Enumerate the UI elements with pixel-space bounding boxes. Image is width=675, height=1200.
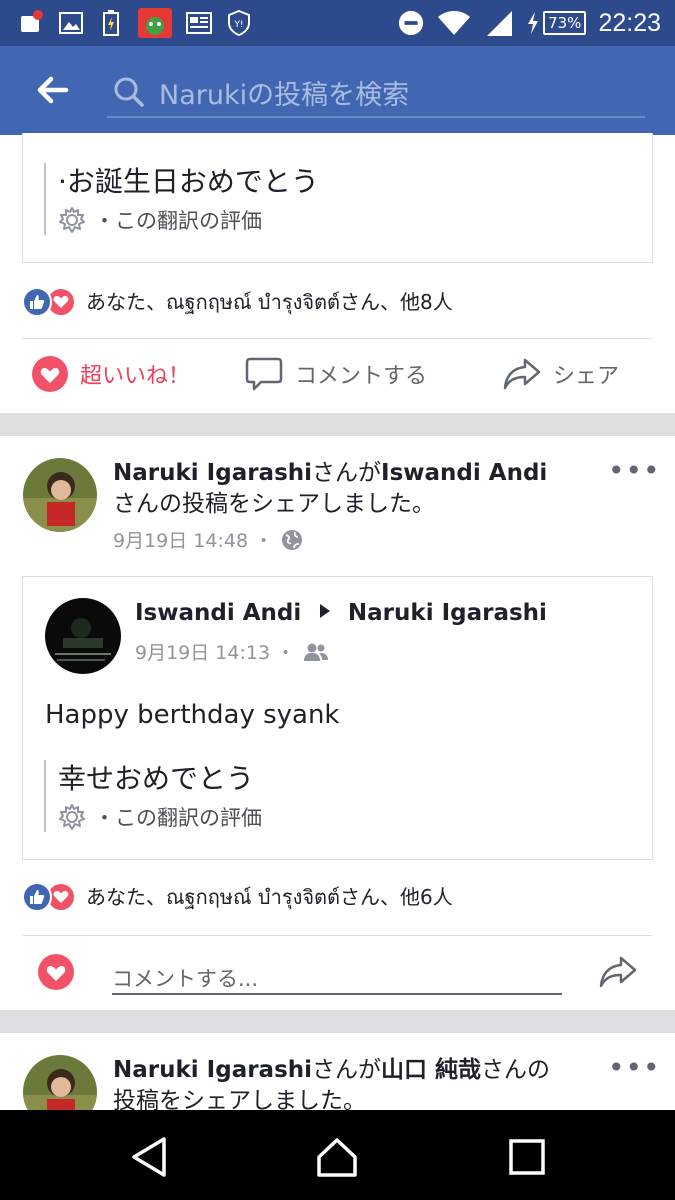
signal-icon <box>484 10 514 36</box>
friends-icon <box>304 643 329 661</box>
comment-input[interactable]: コメントする... <box>112 955 562 995</box>
gear-icon <box>59 804 85 830</box>
reaction-summary[interactable]: あなた、ณฐกฤษณ์ บำรุงจิตต์さん、他8人 <box>22 285 453 319</box>
triangle-right-icon <box>319 604 330 618</box>
inner-author-name[interactable]: Iswandi Andi <box>135 600 301 626</box>
system-nav-bar <box>0 1110 675 1200</box>
do-not-disturb-icon <box>398 10 424 36</box>
comment-placeholder: コメントする... <box>112 967 259 991</box>
rate-translation-link[interactable]: ・この翻訳の評価 <box>58 802 262 832</box>
share-label: シェア <box>553 364 620 389</box>
wifi-icon <box>436 10 472 36</box>
more-options-button[interactable]: ••• <box>608 454 661 487</box>
post-card: ·お誕生日おめでとう ・この翻訳の評価 あなた、ณฐกฤษณ์ บำรุงจิต… <box>0 133 675 413</box>
divider <box>22 338 652 339</box>
rate-translation-label: ・この翻訳の評価 <box>94 209 262 233</box>
notification-app-icon <box>18 10 44 36</box>
rate-translation-link[interactable]: ・この翻訳の評価 <box>58 205 319 235</box>
timestamp-text: 9月19日 14:48 ・ <box>113 530 274 552</box>
reaction-names: あなた、ณฐกฤษณ์ บำรุงจิตต์さん、他8人 <box>86 290 453 314</box>
rate-translation-label: ・この翻訳の評価 <box>94 806 262 830</box>
translation: 幸せおめでとう ・この翻訳の評価 <box>44 760 262 832</box>
avatar[interactable] <box>45 598 121 674</box>
timestamp-text: 9月19日 14:13 ・ <box>135 642 296 664</box>
battery-charging-icon <box>98 10 124 36</box>
shield-icon: Y! <box>226 10 252 36</box>
comment-icon <box>245 357 283 391</box>
share-button[interactable]: シェア <box>503 356 619 392</box>
share-icon <box>503 358 541 390</box>
translation-text: 幸せおめでとう <box>58 762 255 795</box>
triangle-back-icon <box>132 1137 166 1177</box>
arrow-left-icon <box>37 76 69 104</box>
search-placeholder: Narukiの投稿を検索 <box>159 80 410 111</box>
header-text: さんの投稿をシェアしました。 <box>113 491 435 517</box>
translation-text: ·お誕生日おめでとう <box>58 165 319 198</box>
status-bar: Y! 73% 22:23 <box>0 0 675 46</box>
recents-nav-button[interactable] <box>505 1135 549 1179</box>
back-nav-button[interactable] <box>128 1135 172 1179</box>
news-icon <box>186 10 212 36</box>
globe-icon <box>282 529 303 550</box>
post-timestamp[interactable]: 9月19日 14:48 ・ <box>113 526 303 553</box>
original-author-name[interactable]: Iswandi Andi <box>381 460 547 486</box>
post-card: Naruki Igarashiさんが山口 純哉さんの投稿をシェアしました。 ••… <box>0 1033 675 1110</box>
home-icon <box>317 1138 357 1177</box>
original-author-name[interactable]: 山口 純哉 <box>381 1057 481 1083</box>
home-nav-button[interactable] <box>315 1135 359 1179</box>
gear-icon <box>59 207 85 233</box>
sharer-name[interactable]: Naruki Igarashi <box>113 460 312 486</box>
battery-percent: 73% <box>543 11 587 35</box>
comment-button[interactable]: コメントする <box>245 356 427 392</box>
heart-icon <box>32 356 68 392</box>
shared-post-timestamp[interactable]: 9月19日 14:13 ・ <box>135 638 329 665</box>
header-text: さんが <box>312 460 382 486</box>
header-text: さんが <box>312 1057 382 1083</box>
avatar[interactable] <box>23 458 97 532</box>
post-header: Naruki IgarashiさんがIswandi Andi さんの投稿をシェアし… <box>113 458 563 520</box>
sharer-name[interactable]: Naruki Igarashi <box>113 1057 312 1083</box>
divider <box>22 935 652 936</box>
translation: ·お誕生日おめでとう ・この翻訳の評価 <box>44 163 319 235</box>
post-text: Happy berthday syank <box>45 700 340 730</box>
like-reaction-icon <box>22 287 52 317</box>
share-icon <box>599 956 637 988</box>
heart-icon <box>38 954 74 990</box>
search-input[interactable]: Narukiの投稿を検索 <box>107 64 645 118</box>
svg-text:Y!: Y! <box>233 20 243 30</box>
like-reaction-icon <box>22 882 52 912</box>
love-button[interactable] <box>38 954 74 994</box>
clock: 22:23 <box>598 8 661 37</box>
inner-target-name[interactable]: Naruki Igarashi <box>348 600 547 626</box>
avatar[interactable] <box>23 1055 97 1110</box>
more-options-button[interactable]: ••• <box>608 1051 661 1084</box>
image-icon <box>58 10 84 36</box>
comment-label: コメントする <box>295 364 428 389</box>
share-button[interactable] <box>599 954 637 994</box>
reaction-names: あなた、ณฐกฤษณ์ บำรุงจิตต์さん、他6人 <box>86 885 453 909</box>
love-button[interactable]: 超いいね！ <box>32 356 190 392</box>
shufoo-app-icon <box>138 8 172 38</box>
shared-post-header: Iswandi Andi Naruki Igarashi <box>135 598 547 629</box>
post-header: Naruki Igarashiさんが山口 純哉さんの投稿をシェアしました。 <box>113 1055 563 1110</box>
back-button[interactable] <box>34 70 74 110</box>
love-label: 超いいね！ <box>80 364 191 389</box>
post-card: Naruki IgarashiさんがIswandi Andiさんの投稿をシェアし… <box>0 436 675 1010</box>
search-header: Narukiの投稿を検索 <box>0 46 675 135</box>
search-icon <box>114 77 144 107</box>
battery-indicator: 73% <box>526 11 587 35</box>
reaction-summary[interactable]: あなた、ณฐกฤษณ์ บำรุงจิตต์さん、他6人 <box>22 880 453 914</box>
square-icon <box>509 1139 545 1175</box>
